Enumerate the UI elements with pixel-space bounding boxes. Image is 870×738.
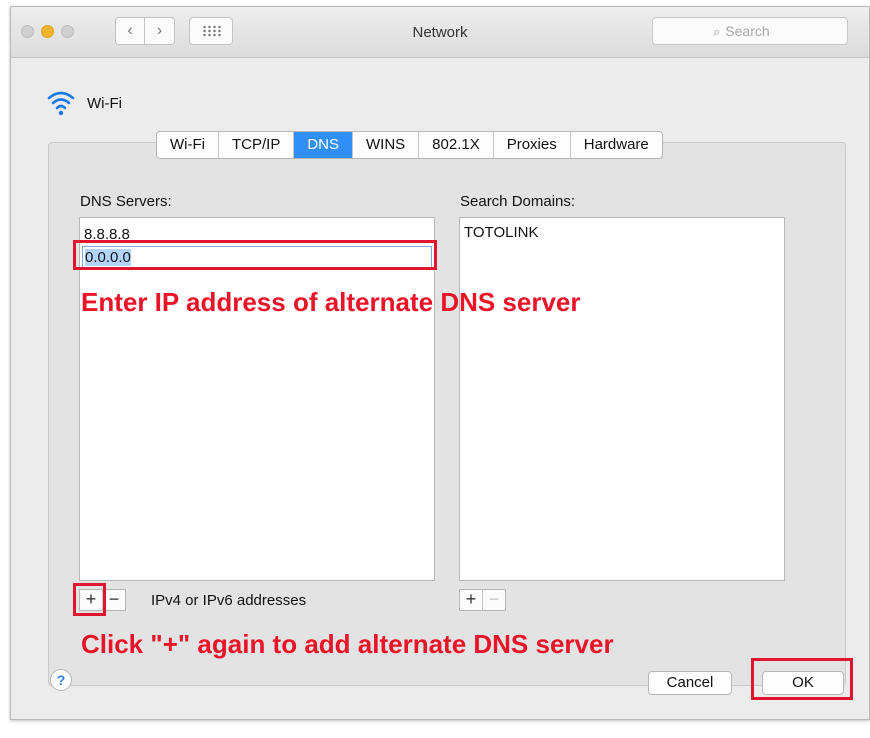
settings-tabs: Wi-Fi TCP/IP DNS WINS 802.1X Proxies Har… (156, 131, 663, 159)
annotation-enter-ip: Enter IP address of alternate DNS server (81, 287, 581, 317)
search-field[interactable]: ⌕ Search (652, 17, 848, 45)
network-preferences-window: ‹ › Network ⌕ Search Wi-Fi Wi-Fi TCP/IP D… (10, 6, 870, 720)
tab-wifi[interactable]: Wi-Fi (157, 132, 219, 158)
annotation-click-plus: Click "+" again to add alternate DNS ser… (81, 629, 614, 659)
search-domains-label: Search Domains: (460, 193, 576, 210)
remove-search-domain-button[interactable]: − (482, 590, 505, 610)
search-domain-add-remove-control: + − (459, 589, 506, 611)
tab-8021x[interactable]: 802.1X (419, 132, 494, 158)
highlight-dns-entry (73, 240, 437, 270)
wifi-icon (47, 91, 75, 116)
cancel-button[interactable]: Cancel (648, 671, 732, 695)
search-placeholder: Search (725, 23, 770, 39)
dns-servers-label: DNS Servers: (80, 193, 172, 210)
interface-name: Wi-Fi (87, 95, 122, 112)
tab-dns[interactable]: DNS (294, 132, 353, 158)
dns-hint-label: IPv4 or IPv6 addresses (151, 592, 307, 609)
search-domains-list[interactable]: TOTOLINK (459, 217, 785, 581)
tab-wins[interactable]: WINS (353, 132, 420, 158)
tab-tcpip[interactable]: TCP/IP (219, 132, 295, 158)
tab-hardware[interactable]: Hardware (571, 132, 662, 158)
search-icon: ⌕ (713, 24, 721, 39)
add-search-domain-button[interactable]: + (460, 590, 482, 610)
dns-servers-list[interactable]: 8.8.8.8 0.0.0.0 (79, 217, 435, 581)
help-button[interactable]: ? (50, 669, 72, 691)
tab-proxies[interactable]: Proxies (494, 132, 571, 158)
highlight-add-button (73, 583, 106, 616)
search-domain-item[interactable]: TOTOLINK (464, 224, 538, 241)
highlight-ok-button (751, 658, 853, 700)
title-bar: ‹ › Network ⌕ Search (11, 7, 869, 58)
